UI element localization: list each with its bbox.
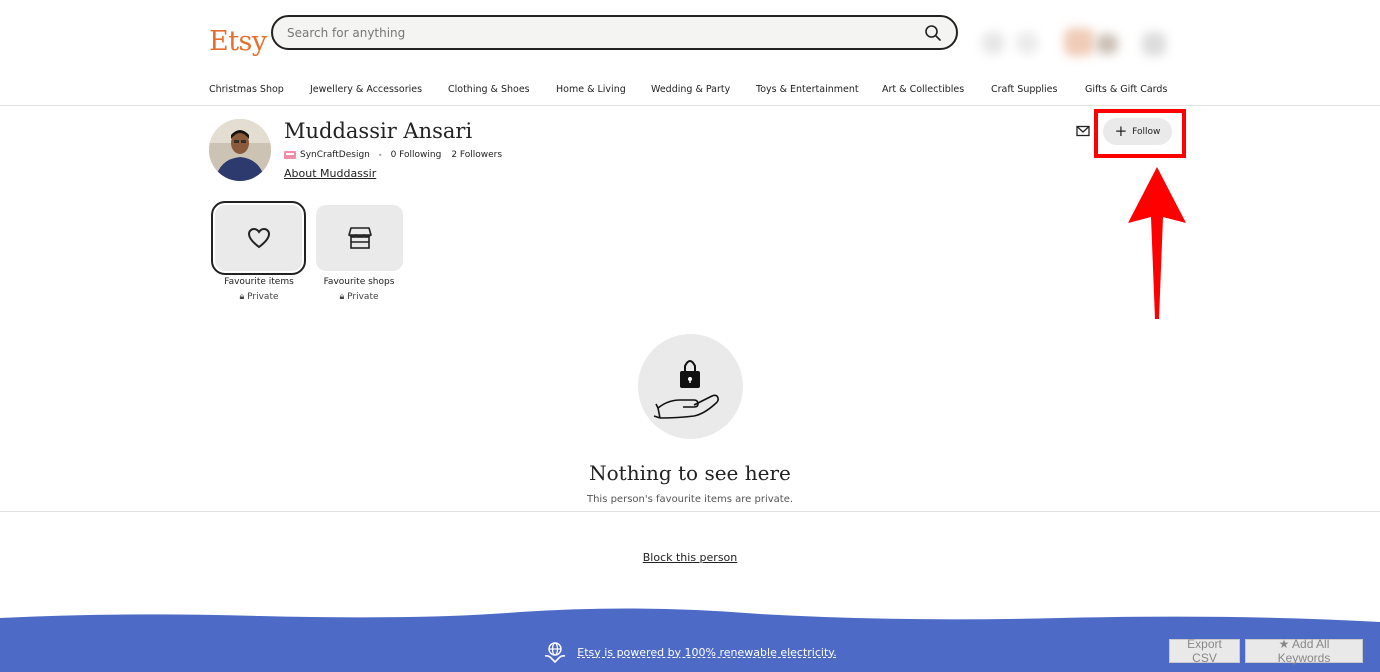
heart-icon bbox=[247, 227, 270, 249]
category-nav: Christmas Shop Jewellery & Accessories C… bbox=[209, 84, 1175, 98]
block-person-link[interactable]: Block this person bbox=[0, 551, 1380, 564]
tab-favourite-items[interactable] bbox=[211, 201, 306, 275]
section-divider bbox=[0, 511, 1380, 512]
export-csv-button[interactable]: Export CSV bbox=[1169, 637, 1240, 665]
shop-icon bbox=[347, 227, 372, 249]
nav-item-craft-supplies[interactable]: Craft Supplies bbox=[991, 84, 1085, 98]
followers-count[interactable]: 2 Followers bbox=[451, 150, 502, 160]
account-icons-blurred[interactable] bbox=[978, 24, 1178, 60]
search-bar[interactable] bbox=[271, 15, 958, 50]
nav-item-gifts[interactable]: Gifts & Gift Cards bbox=[1085, 84, 1175, 98]
red-arrow-annotation bbox=[1128, 167, 1186, 319]
search-icon[interactable] bbox=[923, 23, 943, 43]
nav-item-toys[interactable]: Toys & Entertainment bbox=[756, 84, 882, 98]
shop-link[interactable]: SynCraftDesign bbox=[300, 150, 370, 160]
nav-item-wedding-party[interactable]: Wedding & Party bbox=[651, 84, 756, 98]
nav-item-jewellery[interactable]: Jewellery & Accessories bbox=[310, 84, 448, 98]
footer-text[interactable]: Etsy is powered by 100% renewable electr… bbox=[577, 646, 836, 659]
add-all-keywords-button[interactable]: ★ Add All Keywords bbox=[1245, 637, 1363, 665]
empty-state-subtitle: This person's favourite items are privat… bbox=[586, 494, 794, 505]
highlight-box bbox=[1094, 109, 1186, 158]
profile-meta: SynCraftDesign • 0 Following 2 Followers bbox=[284, 150, 502, 160]
empty-state-title: Nothing to see here bbox=[589, 461, 791, 485]
locked-hand-icon bbox=[653, 360, 719, 419]
shop-logo-icon bbox=[284, 151, 296, 159]
about-link[interactable]: About Muddassir bbox=[284, 167, 376, 180]
nav-item-clothing[interactable]: Clothing & Shoes bbox=[448, 84, 556, 98]
privacy-label: 🔒︎ Private bbox=[239, 292, 279, 302]
avatar bbox=[209, 119, 271, 181]
profile-name: Muddassir Ansari bbox=[284, 119, 473, 143]
following-count[interactable]: 0 Following bbox=[391, 150, 442, 160]
privacy-label: 🔒︎ Private bbox=[339, 292, 379, 302]
nav-item-christmas-shop[interactable]: Christmas Shop bbox=[209, 84, 310, 98]
tab-favourite-shops[interactable] bbox=[316, 205, 403, 271]
site-header: Etsy Christmas Shop Jewellery & Accessor… bbox=[0, 0, 1380, 106]
nav-item-art[interactable]: Art & Collectibles bbox=[882, 84, 991, 98]
globe-hands-icon bbox=[545, 642, 566, 664]
etsy-logo[interactable]: Etsy bbox=[209, 26, 267, 57]
tab-label: Favourite items bbox=[224, 277, 294, 287]
tab-label: Favourite shops bbox=[323, 277, 395, 287]
message-icon[interactable] bbox=[1076, 125, 1090, 137]
nav-item-home-living[interactable]: Home & Living bbox=[556, 84, 651, 98]
search-input[interactable] bbox=[287, 24, 887, 42]
lock-icon: 🔒︎ bbox=[339, 292, 345, 302]
lock-icon: 🔒︎ bbox=[239, 292, 245, 302]
separator-dot: • bbox=[377, 150, 383, 160]
empty-state-illustration bbox=[638, 334, 743, 439]
